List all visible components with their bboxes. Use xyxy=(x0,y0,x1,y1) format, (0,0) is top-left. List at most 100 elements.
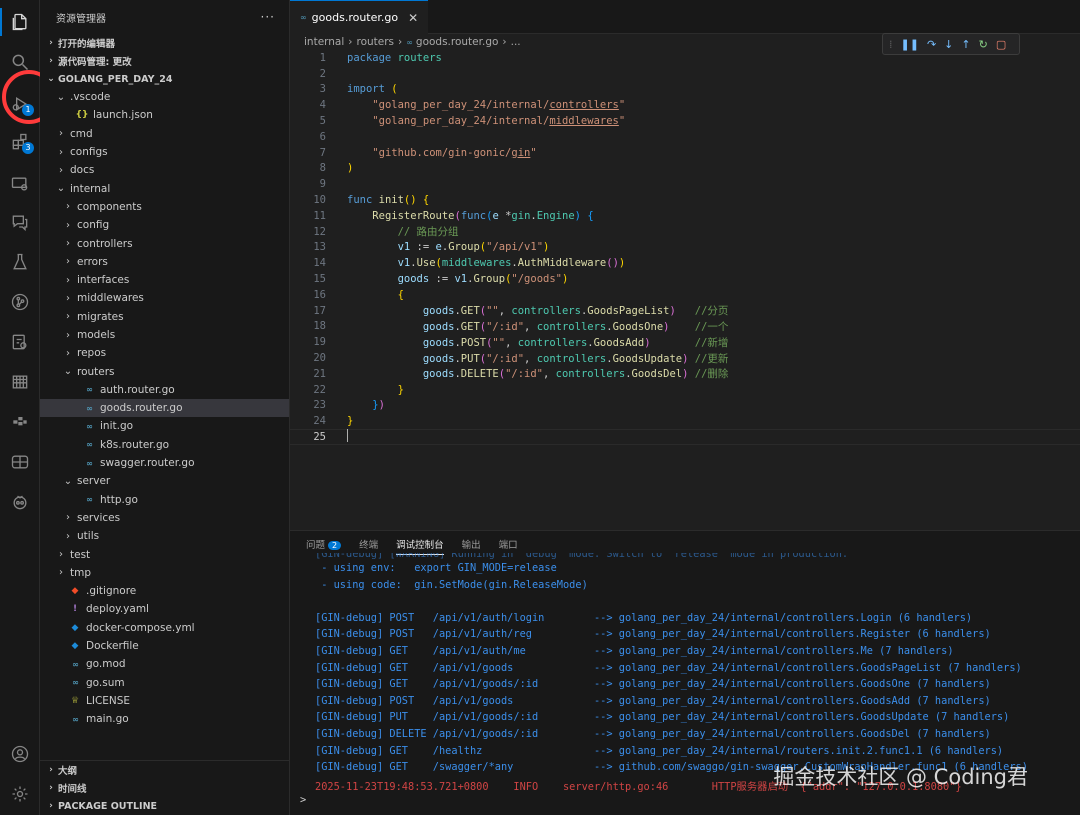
step-out-icon[interactable]: ↑ xyxy=(961,38,970,51)
tree-file[interactable]: ∞ auth.router.go xyxy=(40,381,289,399)
tree-folder[interactable]: › docs xyxy=(40,161,289,179)
open-editors-section[interactable]: › 打开的编辑器 xyxy=(40,34,289,52)
code-editor[interactable]: 1 package routers 2 3 import (4 "golang_per_… xyxy=(290,50,1080,445)
code-line: 20 goods.PUT("/:id", controllers.GoodsUp… xyxy=(290,350,1080,366)
tree-file[interactable]: ∞ goods.router.go xyxy=(40,399,289,418)
tree-file[interactable]: ◆ docker-compose.yml xyxy=(40,619,289,637)
tree-file[interactable]: ∞ k8s.router.go xyxy=(40,436,289,454)
code-line: 2 xyxy=(290,66,1080,82)
container-icon[interactable] xyxy=(0,324,40,360)
line-number: 18 xyxy=(313,320,326,333)
run-debug-icon[interactable]: 1 xyxy=(0,86,40,122)
kubernetes-icon[interactable] xyxy=(0,404,40,440)
explorer-header: 资源管理器 ··· xyxy=(40,0,289,34)
tree-folder[interactable]: ⌄ routers xyxy=(40,362,289,380)
tree-folder[interactable]: › repos xyxy=(40,344,289,362)
tree-folder[interactable]: › config xyxy=(40,216,289,234)
text-cursor xyxy=(347,429,348,443)
remote-explorer-icon[interactable] xyxy=(0,166,40,202)
tree-file[interactable]: ∞ main.go xyxy=(40,710,289,728)
chevron-right-icon: › xyxy=(49,38,53,48)
tree-folder[interactable]: ⌄ internal xyxy=(40,179,289,197)
tree-file[interactable]: ♕ LICENSE xyxy=(40,692,289,710)
tree-file[interactable]: {} launch.json xyxy=(40,106,289,124)
tree-folder[interactable]: › utils xyxy=(40,527,289,545)
breadcrumb-file[interactable]: goods.router.go xyxy=(416,36,499,48)
chevron-right-icon: › xyxy=(66,311,70,323)
settings-gear-icon[interactable] xyxy=(0,776,40,812)
chevron-right-icon: › xyxy=(49,801,53,811)
line-number: 2 xyxy=(319,67,326,80)
scm-changes-section[interactable]: › 源代码管理: 更改 xyxy=(40,52,289,70)
tree-folder[interactable]: ⌄ server xyxy=(40,472,289,490)
tree-folder[interactable]: › services xyxy=(40,509,289,527)
line-number: 6 xyxy=(319,130,326,143)
tree-file[interactable]: ◆ Dockerfile xyxy=(40,637,289,655)
package-outline-section[interactable]: › PACKAGE OUTLINE xyxy=(40,797,290,815)
tree-folder[interactable]: › migrates xyxy=(40,308,289,326)
code-text: import ( xyxy=(347,83,398,96)
project-section[interactable]: ⌄ GOLANG_PER_DAY_24 xyxy=(40,70,289,88)
more-actions-icon[interactable]: ··· xyxy=(261,10,275,24)
tree-file[interactable]: ∞ go.sum xyxy=(40,674,289,692)
tree-item-label: docker-compose.yml xyxy=(86,621,195,634)
file-tree: ⌄ .vscode {} launch.json › cmd › configs › docs ⌄ i… xyxy=(40,88,289,728)
console-line: [GIN-debug] GET /api/v1/goods/:id --> go… xyxy=(315,678,991,691)
extensions-icon[interactable]: 3 xyxy=(0,124,40,160)
breadcrumb-more[interactable]: ... xyxy=(511,36,521,48)
tree-file[interactable]: ∞ go.mod xyxy=(40,655,289,673)
step-into-icon[interactable]: ↓ xyxy=(944,38,953,51)
console-prompt[interactable]: > xyxy=(290,794,1080,811)
tree-file[interactable]: ∞ swagger.router.go xyxy=(40,454,289,472)
console-line: [GIN-debug] POST /api/v1/goods --> golan… xyxy=(315,694,991,707)
outline-section[interactable]: › 大纲 xyxy=(40,761,290,779)
tree-folder[interactable]: › models xyxy=(40,326,289,344)
code-line: 15 goods := v1.Group("/goods") xyxy=(290,271,1080,287)
close-icon[interactable]: ✕ xyxy=(408,11,418,25)
tree-file[interactable]: ◆ .gitignore xyxy=(40,582,289,600)
tab-ports[interactable]: 端口 xyxy=(499,537,518,551)
source-control-icon[interactable] xyxy=(0,284,40,320)
chat-icon[interactable] xyxy=(0,204,40,240)
tree-folder[interactable]: › middlewares xyxy=(40,289,289,307)
timeline-section[interactable]: › 时间线 xyxy=(40,779,290,797)
tree-folder[interactable]: › errors xyxy=(40,253,289,271)
line-number: 25 xyxy=(313,431,326,444)
code-text: RegisterRoute(func(e *gin.Engine) { xyxy=(372,209,594,222)
tab-goods-router[interactable]: ∞ goods.router.go ✕ xyxy=(290,0,429,34)
tree-folder[interactable]: › test xyxy=(40,545,289,563)
tree-folder[interactable]: › tmp xyxy=(40,564,289,582)
tree-folder[interactable]: ⌄ .vscode xyxy=(40,88,289,106)
json-file-icon: {} xyxy=(75,110,89,121)
tab-debug-console[interactable]: 调试控制台 xyxy=(396,533,444,555)
remote-window-icon[interactable] xyxy=(0,444,40,480)
explorer-icon[interactable] xyxy=(0,4,40,40)
tree-folder[interactable]: › cmd xyxy=(40,125,289,143)
restart-icon[interactable]: ↻ xyxy=(979,38,988,51)
tree-file[interactable]: ∞ init.go xyxy=(40,417,289,435)
drag-handle-icon[interactable]: ⁞ xyxy=(889,38,893,51)
pause-icon[interactable]: ❚❚ xyxy=(901,38,919,51)
tree-file[interactable]: ∞ http.go xyxy=(40,491,289,509)
tab-output[interactable]: 输出 xyxy=(462,537,481,551)
tree-folder[interactable]: › configs xyxy=(40,143,289,161)
account-icon[interactable] xyxy=(0,736,40,772)
testing-icon[interactable] xyxy=(0,244,40,280)
line-number: 7 xyxy=(319,146,326,159)
go-file-icon: ∞ xyxy=(86,440,93,450)
step-over-icon[interactable]: ↷ xyxy=(927,38,936,51)
code-text: v1 := e.Group("/api/v1") xyxy=(397,241,550,254)
tree-file[interactable]: ! deploy.yaml xyxy=(40,600,289,618)
tree-folder[interactable]: › components xyxy=(40,198,289,216)
breadcrumb-internal[interactable]: internal xyxy=(304,36,344,48)
code-text: goods := v1.Group("/goods") xyxy=(397,273,569,286)
database-icon[interactable] xyxy=(0,364,40,400)
tab-terminal[interactable]: 终端 xyxy=(359,537,378,551)
copilot-icon[interactable] xyxy=(0,484,40,520)
tree-folder[interactable]: › controllers xyxy=(40,234,289,252)
stop-icon[interactable]: ▢ xyxy=(996,38,1006,51)
tree-folder[interactable]: › interfaces xyxy=(40,271,289,289)
search-icon[interactable] xyxy=(0,44,40,80)
tab-problems[interactable]: 问题 2 xyxy=(306,537,342,551)
breadcrumb-routers[interactable]: routers xyxy=(357,36,395,48)
